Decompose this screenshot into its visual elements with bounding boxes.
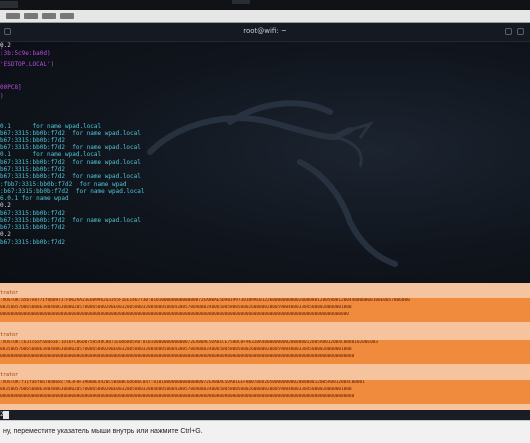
- vm-status-bar: ну, переместите указатель мыши внутрь ил…: [0, 420, 530, 443]
- hash-line: 0035005700650006300400630000205700065000…: [0, 305, 352, 310]
- terminal-line: :3b:5c9e:ba0d): [0, 50, 51, 57]
- hash-line: :VOSTOK:c631c6afa0deab:1D16FC06D0758548C…: [0, 340, 379, 345]
- vm-toolbar: [0, 10, 530, 23]
- hash-line: :VOSTOK:a5b7e8771fdb0971:FD62AA23E609962…: [0, 298, 410, 303]
- terminal-line: b67:3315:bb0b:f7d2: [0, 137, 66, 144]
- terminal-cursor: [3, 411, 9, 419]
- hash-block-title: trator: [0, 332, 19, 338]
- terminal-line: 'ESDTOP.LOCAL'): [0, 61, 55, 68]
- terminal-line: b67:3315:bb0b:f7d2 for name wpad.local: [0, 173, 141, 180]
- host-tab-stub[interactable]: [232, 0, 250, 4]
- terminal-titlebar: root@wifi: ~: [0, 23, 530, 42]
- terminal-line: b67:3315:bb0b:f7d2 for name wpad.local: [0, 130, 141, 137]
- hash-line: :VOSTOK:f11fa6f6b78d068c:9E3F8F39B8BE442…: [0, 380, 365, 385]
- terminal-line: :b67:3315:bb0b:f7d2 for name wpad.local: [0, 188, 145, 195]
- terminal-line: b67:3315:bb0b:f7d2: [0, 210, 66, 217]
- terminal-line: b67:3315:bb0b:f7d2: [0, 224, 66, 231]
- terminal-line: ): [0, 93, 4, 100]
- status-message: ну, переместите указатель мыши внутрь ил…: [3, 428, 203, 435]
- hash-block-title: trator: [0, 290, 19, 296]
- host-tab-stub[interactable]: [0, 1, 18, 8]
- terminal-line: b67:3315:bb0b:f7d2: [0, 239, 66, 246]
- terminal-line: b67:3315:bb0b:f7d2 for name wpad.local: [0, 144, 141, 151]
- terminal-line: 0.2: [0, 231, 11, 238]
- terminal-line: 6.0.1 for name wpad: [0, 195, 69, 202]
- terminal-line: 0.2: [0, 202, 11, 209]
- hash-block-title: trator: [0, 372, 19, 378]
- terminal-output[interactable]: ):3b:5c9e:ba0d) 'ESDTOP.LOCAL') 00PC8]) 0.1…: [0, 42, 530, 283]
- terminal-line: 0.2: [0, 42, 11, 49]
- vm-toolbar-icon[interactable]: [42, 13, 56, 19]
- terminal-line: 0.1 for name wpad.local: [0, 123, 102, 130]
- host-top-bar: [0, 0, 530, 10]
- vm-toolbar-icon[interactable]: [24, 13, 38, 19]
- terminal-line: b67:3315:bb0b:f7d2 for name wpad.local: [0, 159, 141, 166]
- terminal-line: b67:3315:bb0b:f7d2 for name wpad.local: [0, 217, 141, 224]
- vm-toolbar-icon[interactable]: [60, 13, 74, 19]
- window-title: root@wifi: ~: [243, 27, 287, 35]
- terminal-line: 00PC8]: [0, 84, 22, 91]
- hash-line: 0035005700650006300400630000205700065000…: [0, 387, 352, 392]
- shell-prompt-row[interactable]: 2: [0, 410, 530, 420]
- terminal-line: 0.1 for name wpad.local: [0, 151, 102, 158]
- hash-line: 0035005700650006300400630000205700065000…: [0, 347, 352, 352]
- hash-line: 0000000000000000000000000000000000000000…: [0, 312, 349, 317]
- hash-line: 0000000000000000000000000000000000000000…: [0, 394, 355, 399]
- terminal-line: b67:3315:bb0b:f7d2: [0, 166, 66, 173]
- terminal-line: :fbb7:3315:bb0b:f7d2 for name wpad: [0, 181, 127, 188]
- hash-output-region[interactable]: trator :VOSTOK:a5b7e8771fdb0971:FD62AA23E…: [0, 283, 530, 410]
- vm-toolbar-icon[interactable]: [6, 13, 20, 19]
- hash-line: 0000000000000000000000000000000000000000…: [0, 354, 355, 359]
